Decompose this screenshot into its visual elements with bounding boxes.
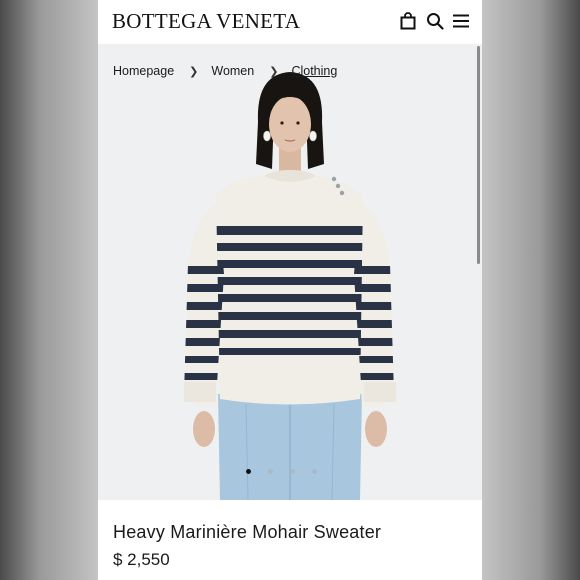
product-title: Heavy Marinière Mohair Sweater	[113, 522, 382, 542]
product-image-gallery[interactable]: Homepage ❯ Women ❯ Clothing	[98, 44, 482, 500]
brand-logo[interactable]: BOTTEGA VENETA	[112, 9, 300, 34]
chevron-right-icon: ❯	[189, 65, 199, 78]
gallery-dot[interactable]	[290, 469, 295, 474]
scrollbar[interactable]	[477, 46, 480, 264]
product-photo	[184, 72, 396, 500]
gallery-dot[interactable]	[312, 469, 317, 474]
breadcrumb-clothing[interactable]: Clothing	[291, 64, 337, 78]
chevron-right-icon: ❯	[269, 65, 279, 78]
menu-icon[interactable]	[451, 11, 471, 31]
breadcrumb-homepage[interactable]: Homepage	[113, 64, 174, 78]
gallery-pagination	[246, 469, 334, 474]
bag-icon[interactable]	[398, 11, 418, 31]
product-price: $ 2,550	[113, 550, 170, 569]
breadcrumb: Homepage ❯ Women ❯ Clothing	[113, 64, 337, 78]
search-icon[interactable]	[425, 11, 445, 31]
gallery-dot[interactable]	[268, 469, 273, 474]
breadcrumb-women[interactable]: Women	[211, 64, 254, 78]
phone-screen: BOTTEGA VENETA Homepage ❯ Women ❯ Clothi…	[98, 0, 482, 580]
product-info: Heavy Marinière Mohair Sweater $ 2,550	[98, 500, 482, 580]
gallery-dot[interactable]	[246, 469, 251, 474]
top-navigation-bar: BOTTEGA VENETA	[98, 0, 482, 44]
